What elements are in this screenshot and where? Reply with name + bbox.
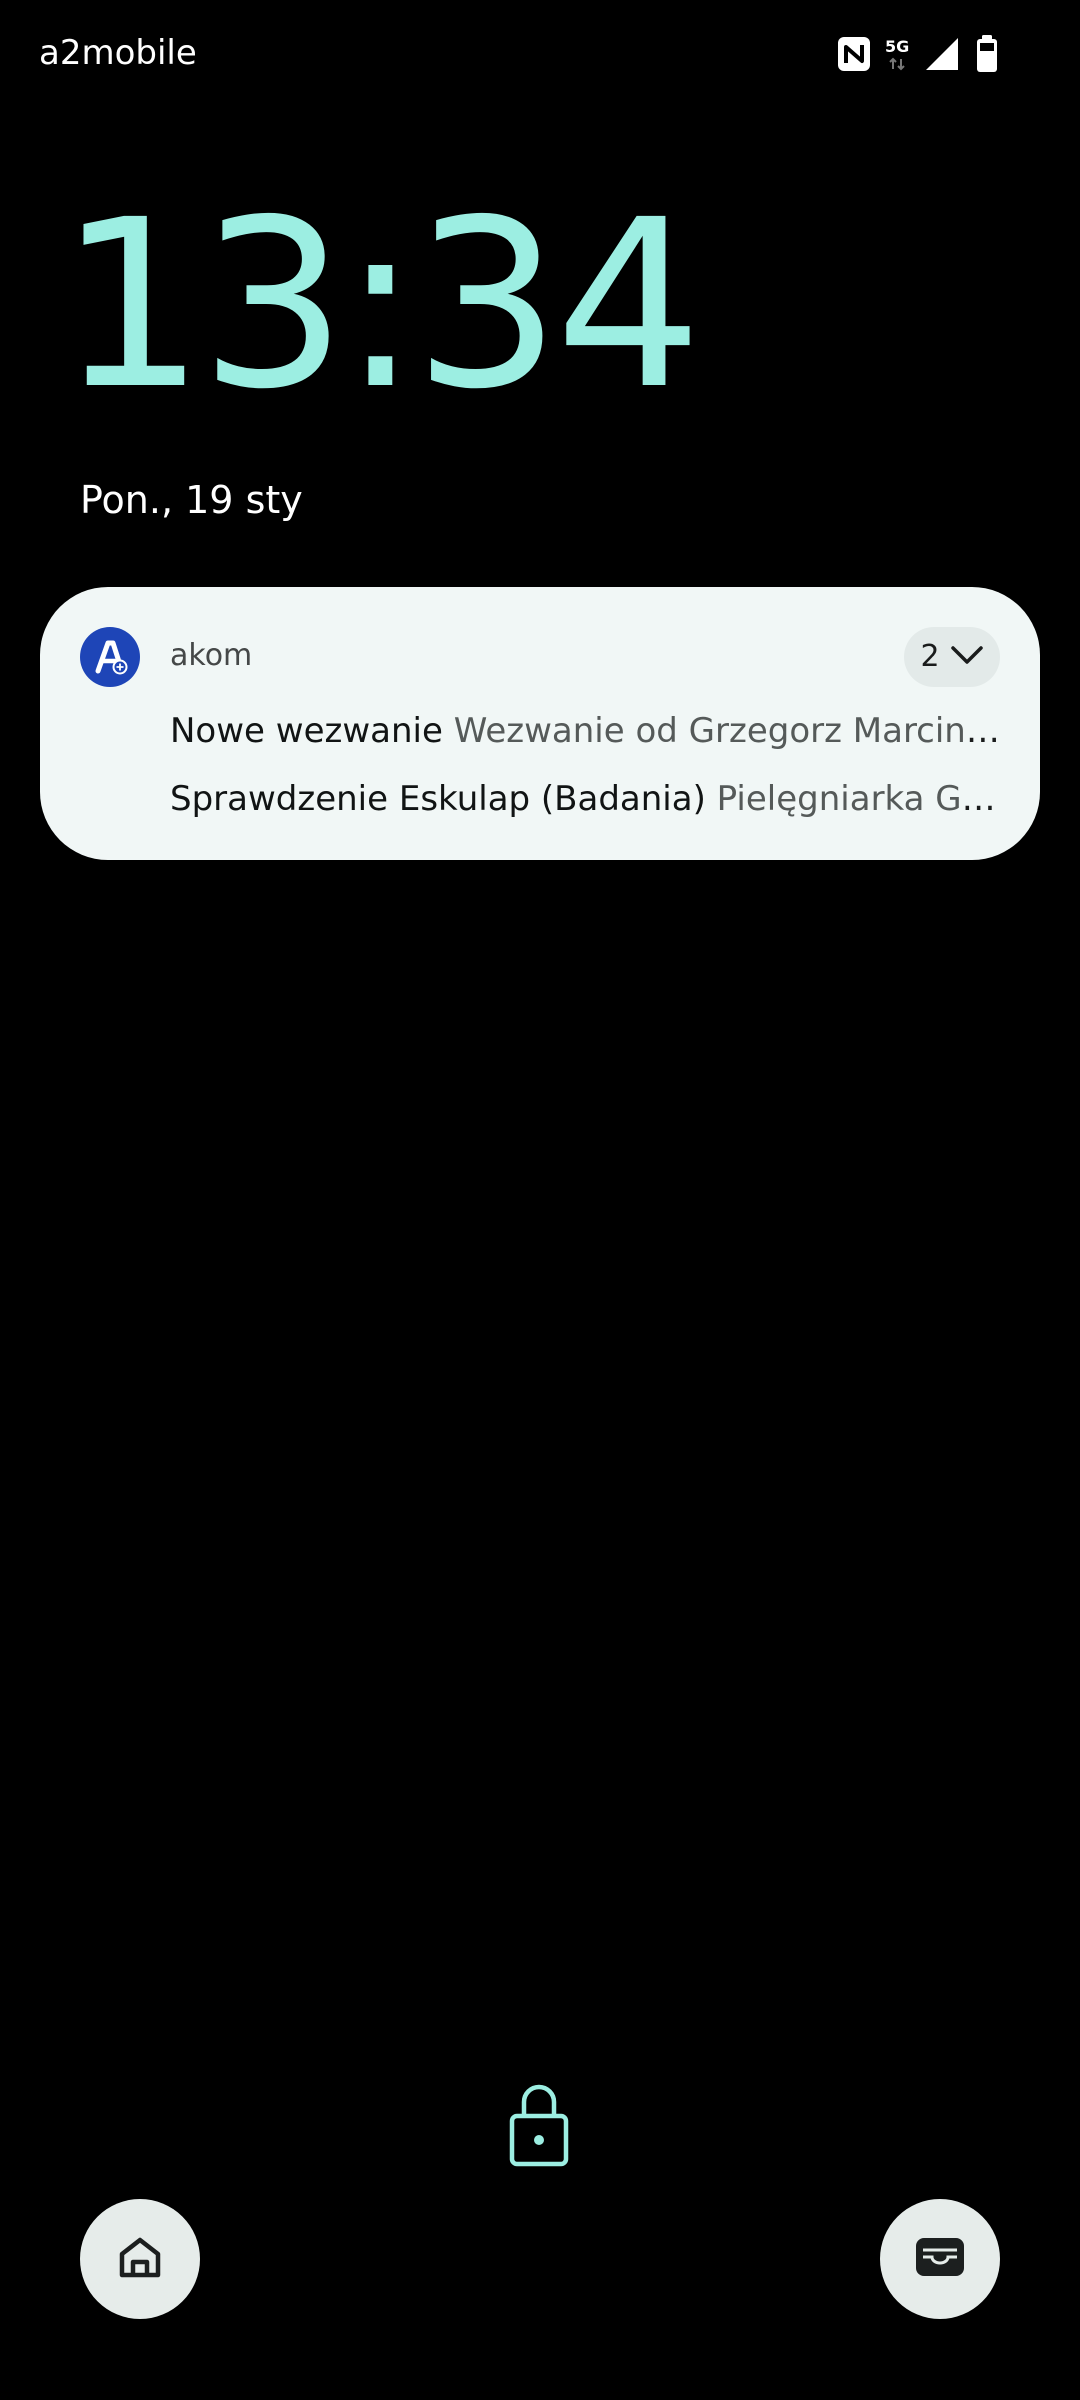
carrier-name: a2mobile [39, 33, 197, 73]
notification-item[interactable]: Nowe wezwanie Wezwanie od Grzegorz Marci… [170, 707, 1000, 755]
wallet-shortcut-button[interactable] [880, 2199, 1000, 2319]
notification-count: 2 [920, 639, 940, 674]
5g-icon: 5G [884, 35, 912, 73]
akom-app-icon [80, 627, 140, 687]
signal-icon [924, 36, 960, 72]
lock-icon[interactable] [508, 2078, 570, 2168]
status-bar: a2mobile 5G [0, 0, 1080, 110]
home-icon [117, 2234, 163, 2284]
lockscreen-clock: 13:34 [58, 170, 703, 440]
notification-item[interactable]: Sprawdzenie Eskulap (Badania) Pielęgniar… [170, 775, 1000, 823]
notification-item-title: Nowe wezwanie [170, 711, 443, 751]
notification-app-name: akom [170, 638, 253, 673]
status-icons: 5G [836, 30, 1002, 78]
nfc-icon [836, 35, 872, 73]
battery-icon [972, 34, 1002, 74]
notification-item-title: Sprawdzenie Eskulap (Badania) [170, 779, 706, 819]
notification-card[interactable]: akom 2 Nowe wezwanie Wezwanie od Grzegor… [40, 587, 1040, 860]
home-shortcut-button[interactable] [80, 2199, 200, 2319]
notification-item-text: Pielęgniarka Grzegorz [716, 779, 1000, 819]
notification-expand-button[interactable]: 2 [904, 627, 1000, 687]
network-type-label: 5G [885, 37, 909, 56]
lockscreen-date: Pon., 19 sty [80, 478, 303, 522]
chevron-down-icon [950, 644, 984, 670]
wallet-icon [914, 2236, 966, 2282]
notification-item-text: Wezwanie od Grzegorz Marcinkiewicz [453, 711, 1000, 751]
